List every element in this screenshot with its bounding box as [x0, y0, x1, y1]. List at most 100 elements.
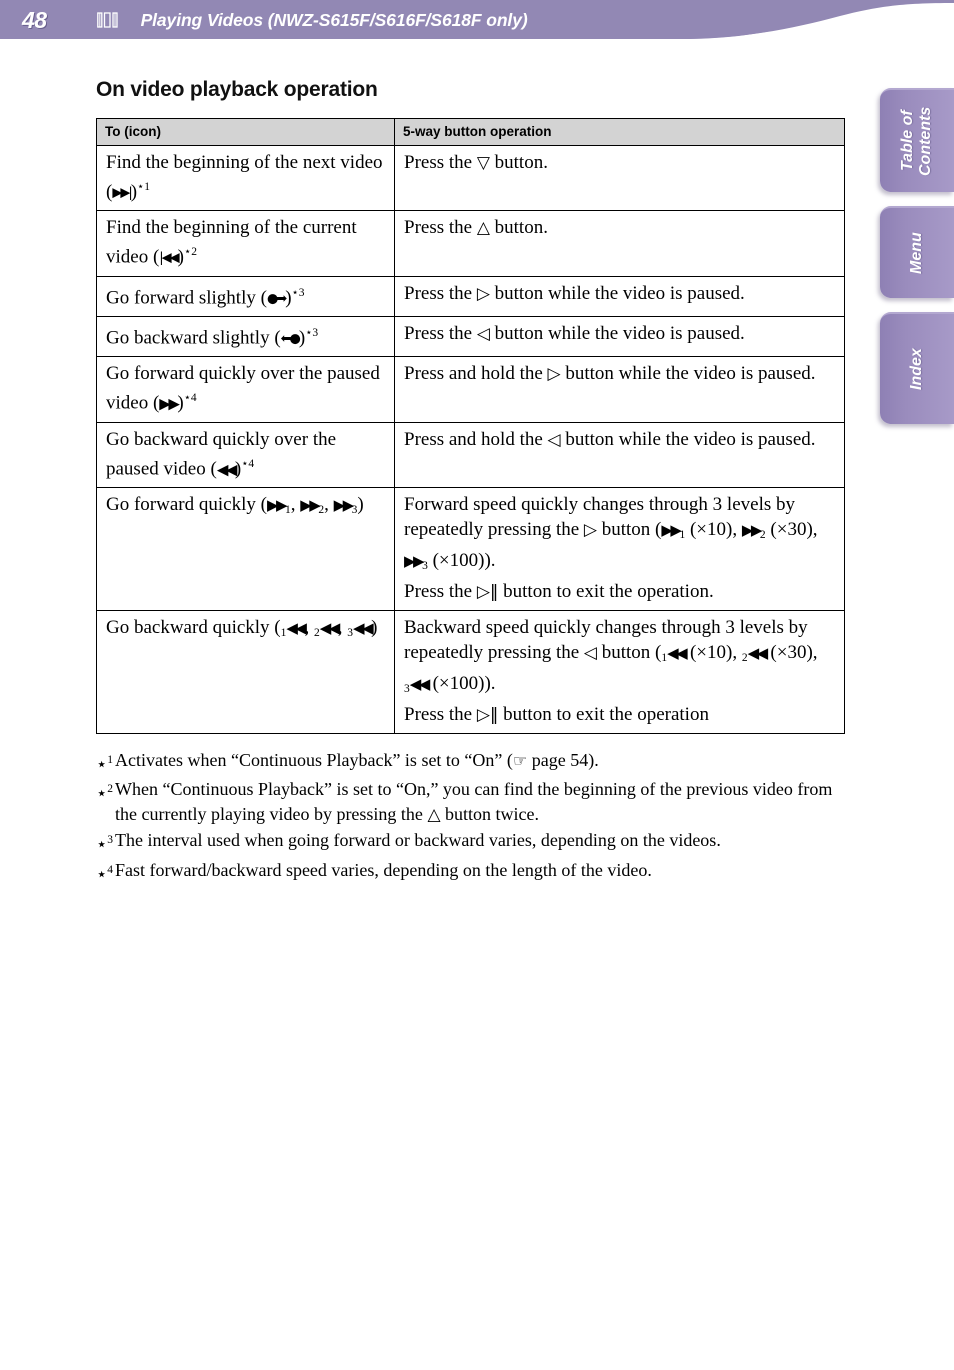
speed-level-3: 3	[422, 559, 428, 572]
fast-forward-icon: ▶▶	[300, 495, 321, 514]
video-playback-operation-table: To (icon) 5-way button operation Find th…	[96, 118, 845, 734]
cell-action: Go forward slightly (●➡)⋆3	[96, 275, 395, 317]
table-row: Go backward quickly (1◀◀, 2◀◀, 3◀◀) Back…	[96, 609, 845, 734]
column-header-to-icon: To (icon)	[96, 118, 395, 146]
cell-operation: Press and hold the ◁ button while the vi…	[394, 421, 845, 488]
operation-text: Press and hold the	[404, 363, 548, 385]
cell-operation: Press and hold the ▷ button while the vi…	[394, 356, 845, 423]
speed-level-1: 1	[285, 503, 291, 516]
action-text: Go backward slightly (	[106, 327, 281, 349]
fast-rewind-icon: ◀◀	[747, 643, 769, 662]
operation-text-end: button while the video is paused.	[489, 282, 745, 304]
speed-level-2: 2	[318, 503, 325, 516]
cell-action: Go forward quickly over the paused video…	[96, 356, 395, 423]
fast-forward-icon: ▶▶	[266, 495, 288, 514]
speed-value-1: (×10),	[689, 641, 738, 663]
action-text: Find the beginning of the next video (	[106, 152, 383, 203]
footnote-text: Activates when “Continuous Playback” is …	[115, 748, 844, 774]
footnotes-list: ⋆1 Activates when “Continuous Playback” …	[96, 748, 844, 887]
footnote-number: 3	[107, 834, 114, 847]
footnote-item: ⋆3 The interval used when going forward …	[96, 828, 844, 857]
cell-action: Go backward slightly (⬅●)⋆3	[96, 315, 395, 358]
page-header-bar: 48 Playing Videos (NWZ-S615F/S616F/S618F…	[0, 0, 954, 46]
up-button-icon: △	[427, 804, 441, 825]
table-row: Go forward quickly (▶▶1, ▶▶2, ▶▶3) Forwa…	[96, 486, 845, 611]
cell-operation: Press the ◁ button while the video is pa…	[394, 315, 845, 358]
footnote-marker: ⋆1	[96, 753, 114, 774]
right-button-icon: ▷	[583, 519, 597, 540]
operation-text-end: button while the video is paused.	[560, 428, 816, 450]
cell-operation: Forward speed quickly changes through 3 …	[394, 486, 845, 611]
right-button-icon: ▷	[476, 283, 490, 304]
action-text: Find the beginning of the current video …	[106, 217, 357, 268]
cell-action: Go backward quickly over the paused vide…	[96, 421, 395, 488]
fast-forward-icon: ▶▶	[333, 495, 355, 514]
table-row: Go backward quickly over the paused vide…	[96, 421, 845, 488]
fast-rewind-icon: ◀◀	[353, 618, 374, 637]
footnote-number: 4	[107, 863, 114, 876]
left-button-icon: ◁	[547, 429, 561, 450]
fast-rewind-icon: ◀◀	[286, 618, 307, 637]
action-text-close: )	[371, 616, 378, 638]
action-text-close: )	[357, 493, 364, 515]
play-pause-button-icon: ▷‖	[476, 581, 499, 602]
footnote-marker: ⋆2	[184, 246, 197, 259]
play-pause-button-icon: ▷‖	[476, 704, 499, 725]
step-forward-icon: ●➡	[266, 290, 287, 306]
fast-rewind-icon: ◀◀	[667, 643, 688, 662]
operation-exit-text-end: button to exit the operation.	[498, 580, 714, 602]
action-text: Go backward quickly (	[106, 616, 281, 638]
fast-forward-icon: ▶▶	[741, 520, 763, 539]
sidebar-tab-label: Menu	[908, 232, 925, 274]
speed-value-1: (×10),	[689, 518, 738, 540]
table-row: Go forward quickly over the paused video…	[96, 356, 845, 423]
speed-value-3: (×100)).	[432, 549, 496, 571]
footnote-marker: ⋆3	[305, 326, 319, 339]
sidebar-tab-label: Table of Contents	[899, 106, 934, 176]
action-text: Go forward quickly over the paused video…	[106, 363, 380, 414]
footnote-text: The interval used when going forward or …	[115, 830, 721, 851]
footnote-text: Fast forward/backward speed varies, depe…	[115, 859, 652, 880]
cell-operation: Press the △ button.	[394, 210, 845, 277]
fast-rewind-icon: ◀◀	[319, 618, 341, 637]
action-text: Go forward quickly (	[106, 493, 267, 515]
operation-text: Press the	[404, 217, 477, 239]
footnote-text-b: button twice.	[440, 803, 539, 824]
footnote-text: When “Continuous Playback” is set to “On…	[115, 777, 844, 827]
table-row: Find the beginning of the current video …	[96, 210, 845, 277]
left-button-icon: ◁	[476, 323, 490, 344]
footnote-marker: ⋆3	[291, 286, 305, 299]
sidebar-tab-index[interactable]: Index	[880, 312, 954, 424]
speed-level-2: 2	[759, 528, 766, 541]
footnote-marker: ⋆4	[96, 863, 114, 884]
speed-value-3: (×100)).	[432, 672, 496, 694]
footnote-item: ⋆2 When “Continuous Playback” is set to …	[96, 777, 844, 827]
up-button-icon: △	[476, 218, 490, 239]
down-button-icon: ▽	[476, 153, 490, 173]
sidebar-tab-menu[interactable]: Menu	[880, 206, 954, 298]
right-button-icon: ▷	[547, 364, 561, 385]
action-text: Go forward slightly (	[106, 286, 267, 308]
cell-action: Go backward quickly (1◀◀, 2◀◀, 3◀◀)	[96, 609, 395, 734]
operation-text: Press the	[404, 322, 477, 344]
operation-text: Press the	[404, 152, 477, 173]
operation-text: Press the	[404, 282, 477, 304]
sidebar-tab-table-of-contents[interactable]: Table of Contents	[880, 88, 954, 192]
operation-text-end: button while the video is paused.	[560, 363, 816, 385]
speed-level-1: 1	[679, 528, 686, 541]
operation-exit-text: Press the	[404, 580, 477, 602]
speed-value-2: (×30),	[770, 518, 818, 540]
table-row: Find the beginning of the next video (▶▶…	[96, 144, 845, 212]
operation-text-2: button (	[596, 641, 662, 663]
operation-exit-text-end: button to exit the operation	[498, 703, 709, 725]
footnote-item: ⋆4 Fast forward/backward speed varies, d…	[96, 858, 844, 887]
footnote-text-b: page 54).	[527, 749, 599, 770]
fast-forward-icon: ▶▶	[159, 394, 180, 413]
fast-rewind-icon: ◀◀	[216, 459, 238, 478]
header-shape	[0, 0, 954, 39]
table-header-row: To (icon) 5-way button operation	[96, 118, 845, 146]
cell-action: Go forward quickly (▶▶1, ▶▶2, ▶▶3)	[96, 486, 395, 611]
footnote-number: 1	[107, 753, 114, 766]
step-backward-icon: ⬅●	[280, 331, 301, 347]
operation-text-end: button.	[489, 217, 548, 239]
